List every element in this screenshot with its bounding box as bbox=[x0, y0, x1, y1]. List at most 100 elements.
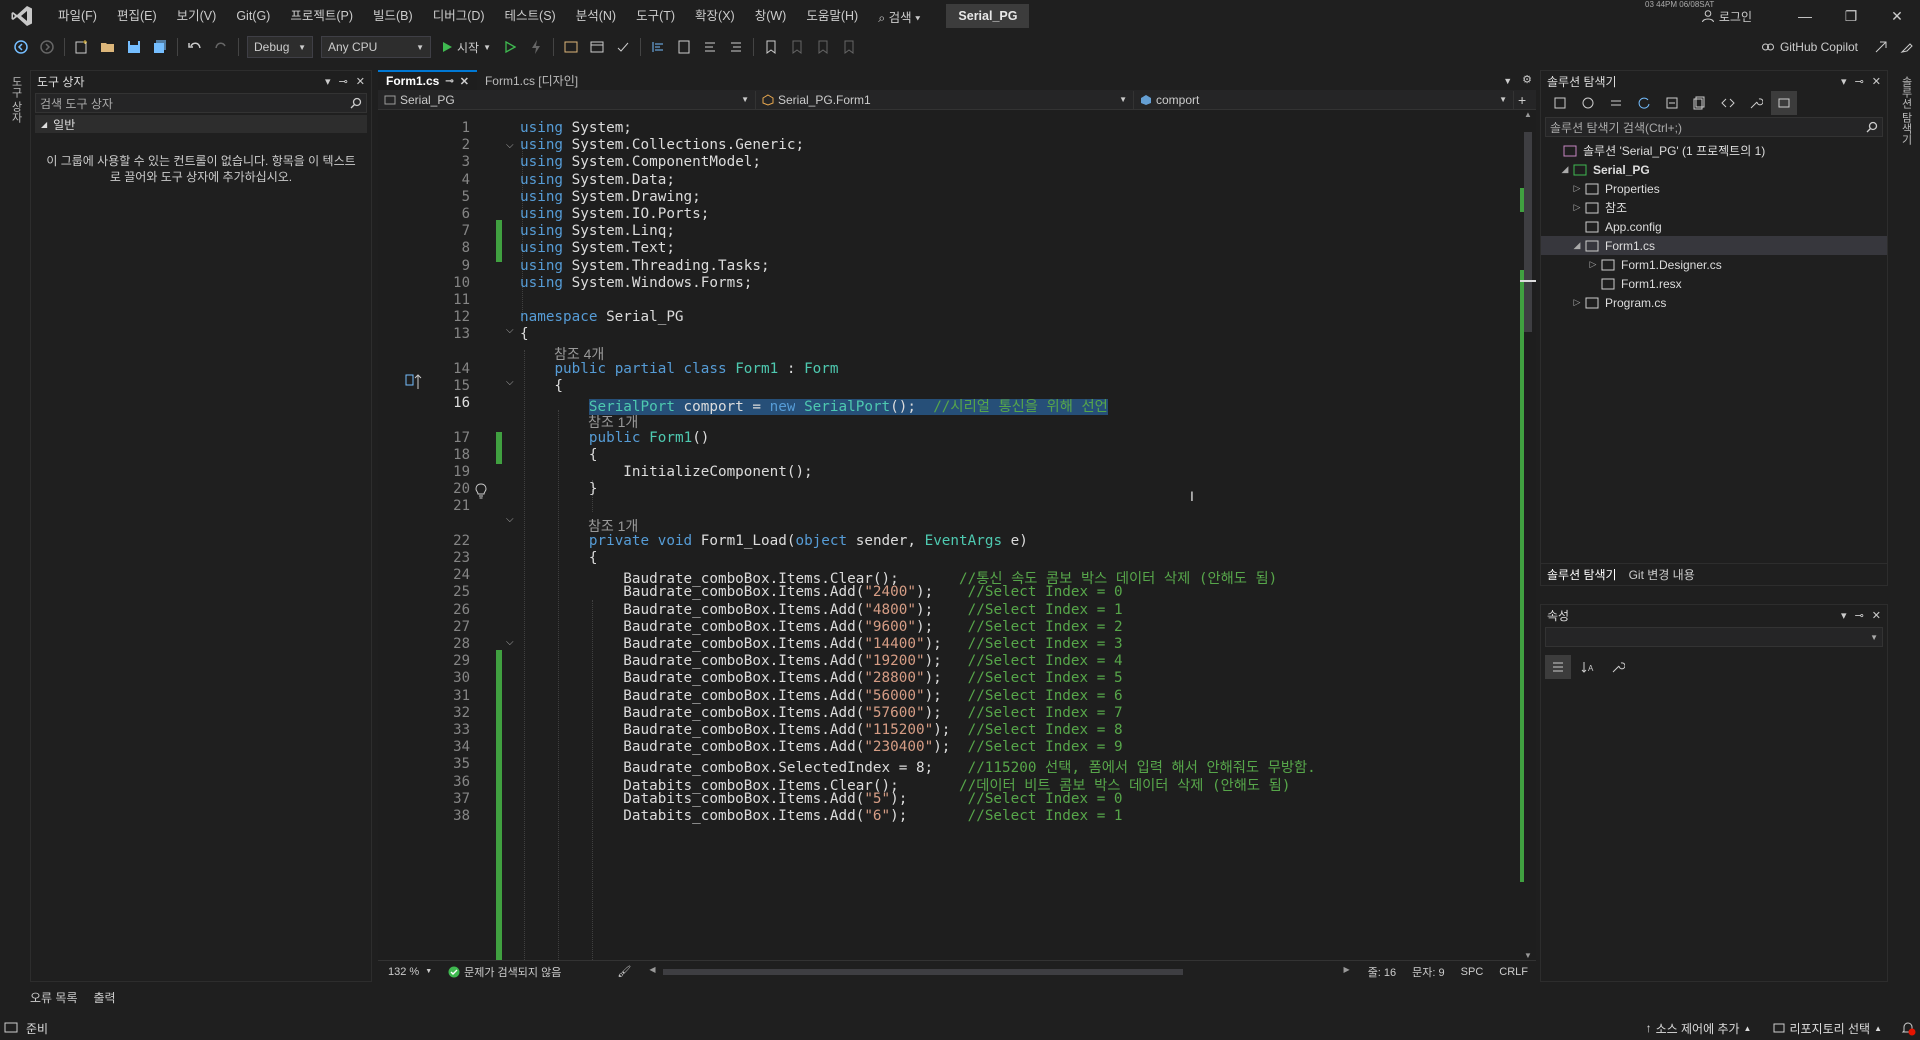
share-icon[interactable] bbox=[1868, 35, 1894, 59]
solution-configuration-select[interactable]: Debug ▼ bbox=[247, 36, 313, 58]
browser-link-icon[interactable] bbox=[558, 35, 584, 59]
forward-icon[interactable] bbox=[34, 35, 60, 59]
code-line[interactable]: Baudrate_comboBox.Items.Add("9600"); //S… bbox=[520, 619, 1122, 635]
login-button[interactable]: 로그인 bbox=[1701, 8, 1752, 25]
previous-bookmark-icon[interactable] bbox=[784, 35, 810, 59]
menu-item[interactable]: 보기(V) bbox=[167, 0, 227, 32]
scroll-thumb[interactable] bbox=[663, 968, 1184, 975]
properties-wrench-icon[interactable] bbox=[1743, 91, 1769, 115]
next-bookmark-icon[interactable] bbox=[810, 35, 836, 59]
issues-indicator[interactable]: 문제가 검색되지 않음 bbox=[440, 964, 569, 980]
tab-form1-designer[interactable]: Form1.cs [디자인] bbox=[477, 70, 586, 90]
fold-collapse-icon[interactable]: ⌵ bbox=[506, 377, 514, 388]
code-line[interactable]: Databits_comboBox.Items.Add("5"); //Sele… bbox=[520, 791, 1122, 807]
tab-output[interactable]: 출력 bbox=[94, 989, 116, 1006]
brush-icon[interactable]: 🖌 bbox=[609, 965, 639, 978]
scroll-down-icon[interactable]: ▼ bbox=[1524, 951, 1532, 960]
line-indicator[interactable]: 줄: 16 bbox=[1360, 964, 1404, 980]
search-menu[interactable]: ⌕ 검색 ▾ bbox=[868, 7, 930, 26]
code-line[interactable]: Databits_comboBox.Items.Add("6"); //Sele… bbox=[520, 808, 1122, 824]
whitespace-indicator[interactable]: SPC bbox=[1453, 966, 1492, 978]
tree-item[interactable]: App.config bbox=[1541, 217, 1887, 236]
menu-item[interactable]: 디버그(D) bbox=[423, 0, 495, 32]
solution-explorer-side-tab[interactable]: 솔루션 탐색기 bbox=[1898, 72, 1914, 149]
open-folder-icon[interactable] bbox=[95, 35, 121, 59]
code-line[interactable]: { bbox=[520, 326, 529, 342]
tree-item[interactable]: ▷ Program.cs bbox=[1541, 293, 1887, 312]
line-ending-indicator[interactable]: CRLF bbox=[1491, 966, 1536, 978]
code-line[interactable]: { bbox=[520, 447, 598, 463]
clear-bookmarks-icon[interactable] bbox=[836, 35, 862, 59]
close-icon[interactable]: ✕ bbox=[1872, 75, 1881, 88]
code-line[interactable]: Baudrate_comboBox.Items.Add("2400"); //S… bbox=[520, 584, 1122, 600]
code-line[interactable]: using System; bbox=[520, 120, 632, 136]
tab-solution-explorer[interactable]: 솔루션 탐색기 bbox=[1547, 566, 1617, 583]
format-document-icon[interactable] bbox=[671, 35, 697, 59]
fold-collapse-icon[interactable]: ⌵ bbox=[506, 514, 514, 525]
menu-item[interactable]: 확장(X) bbox=[685, 0, 745, 32]
code-line[interactable]: using System.IO.Ports; bbox=[520, 206, 709, 222]
toolbox-search-input[interactable]: 검색 도구 상자 bbox=[35, 93, 367, 113]
close-icon[interactable]: ✕ bbox=[460, 75, 469, 88]
code-line[interactable]: using System.Collections.Generic; bbox=[520, 137, 804, 153]
lightbulb-icon[interactable] bbox=[474, 483, 488, 499]
expander-icon[interactable]: ▷ bbox=[1571, 202, 1583, 213]
code-line[interactable]: { bbox=[520, 550, 598, 566]
close-icon[interactable]: ✕ bbox=[1874, 8, 1920, 25]
comment-lines-icon[interactable] bbox=[697, 35, 723, 59]
code-line[interactable]: Baudrate_comboBox.Items.Add("4800"); //S… bbox=[520, 602, 1122, 618]
code-line[interactable]: using System.Data; bbox=[520, 172, 675, 188]
new-project-icon[interactable] bbox=[69, 35, 95, 59]
pin-icon[interactable]: ⊸ bbox=[445, 76, 453, 87]
sync-icon[interactable] bbox=[1603, 91, 1629, 115]
pin-icon[interactable]: ⊸ bbox=[339, 75, 348, 88]
fold-collapse-icon[interactable]: ⌵ bbox=[506, 140, 514, 151]
code-line[interactable]: Baudrate_comboBox.Items.Add("19200"); //… bbox=[520, 653, 1122, 669]
menu-item[interactable]: 도움말(H) bbox=[796, 0, 868, 32]
scroll-thumb[interactable] bbox=[1524, 132, 1532, 332]
undo-icon[interactable] bbox=[182, 35, 208, 59]
dropdown-icon[interactable]: ▾ bbox=[1841, 75, 1847, 88]
tree-item[interactable]: Form1.resx bbox=[1541, 274, 1887, 293]
layout-icon[interactable] bbox=[584, 35, 610, 59]
class-nav-select[interactable]: Serial_PG.Form1 ▼ bbox=[756, 90, 1134, 109]
code-line[interactable]: private void Form1_Load(object sender, E… bbox=[520, 533, 1028, 549]
expander-icon[interactable]: ◢ bbox=[1571, 240, 1583, 251]
member-nav-select[interactable]: comport ▼ bbox=[1134, 90, 1514, 109]
pin-icon[interactable]: ⊸ bbox=[1855, 75, 1864, 88]
code-line[interactable]: using System.Linq; bbox=[520, 223, 675, 239]
code-line[interactable]: public partial class Form1 : Form bbox=[520, 361, 838, 377]
restore-icon[interactable]: ❐ bbox=[1828, 8, 1874, 25]
code-line[interactable]: using System.Windows.Forms; bbox=[520, 275, 752, 291]
alphabetical-icon[interactable]: A bbox=[1575, 655, 1601, 679]
menu-item[interactable]: 창(W) bbox=[745, 0, 797, 32]
tree-item[interactable]: ◢ Serial_PG bbox=[1541, 160, 1887, 179]
dropdown-icon[interactable]: ▾ bbox=[1841, 609, 1847, 622]
column-indicator[interactable]: 문자: 9 bbox=[1404, 964, 1452, 980]
visual-studio-logo-icon[interactable] bbox=[10, 4, 34, 28]
feedback-icon[interactable] bbox=[1894, 35, 1920, 59]
toolbox-group-general[interactable]: ◢ 일반 bbox=[35, 115, 367, 133]
select-repository-button[interactable]: 리포지토리 선택 ▲ bbox=[1773, 1020, 1882, 1037]
code-line[interactable]: Baudrate_comboBox.Items.Add("57600"); //… bbox=[520, 705, 1122, 721]
horizontal-scrollbar[interactable]: ◀ ▶ bbox=[649, 965, 1350, 977]
menu-item[interactable]: 빌드(B) bbox=[363, 0, 423, 32]
categorized-icon[interactable] bbox=[1545, 655, 1571, 679]
spell-check-icon[interactable] bbox=[610, 35, 636, 59]
close-icon[interactable]: ✕ bbox=[356, 75, 365, 88]
expander-icon[interactable]: ▷ bbox=[1571, 297, 1583, 308]
code-line[interactable]: Baudrate_comboBox.Items.Add("230400"); /… bbox=[520, 739, 1122, 755]
code-line[interactable]: namespace Serial_PG bbox=[520, 309, 684, 325]
split-editor-icon[interactable]: + bbox=[1514, 92, 1530, 108]
expander-icon[interactable]: ▷ bbox=[1571, 183, 1583, 194]
menu-item[interactable]: 도구(T) bbox=[626, 0, 685, 32]
align-left-icon[interactable] bbox=[645, 35, 671, 59]
scroll-left-icon[interactable]: ◀ bbox=[649, 965, 655, 974]
tree-item[interactable]: ▷ Form1.Designer.cs bbox=[1541, 255, 1887, 274]
code-line[interactable]: using System.ComponentModel; bbox=[520, 154, 761, 170]
close-icon[interactable]: ✕ bbox=[1872, 609, 1881, 622]
tree-item[interactable]: ◢ Form1.cs bbox=[1541, 236, 1887, 255]
menu-item[interactable]: Git(G) bbox=[226, 0, 280, 32]
tab-error-list[interactable]: 오류 목록 bbox=[30, 989, 78, 1006]
toolbox-side-tab[interactable]: 도구 상자 bbox=[8, 72, 24, 127]
